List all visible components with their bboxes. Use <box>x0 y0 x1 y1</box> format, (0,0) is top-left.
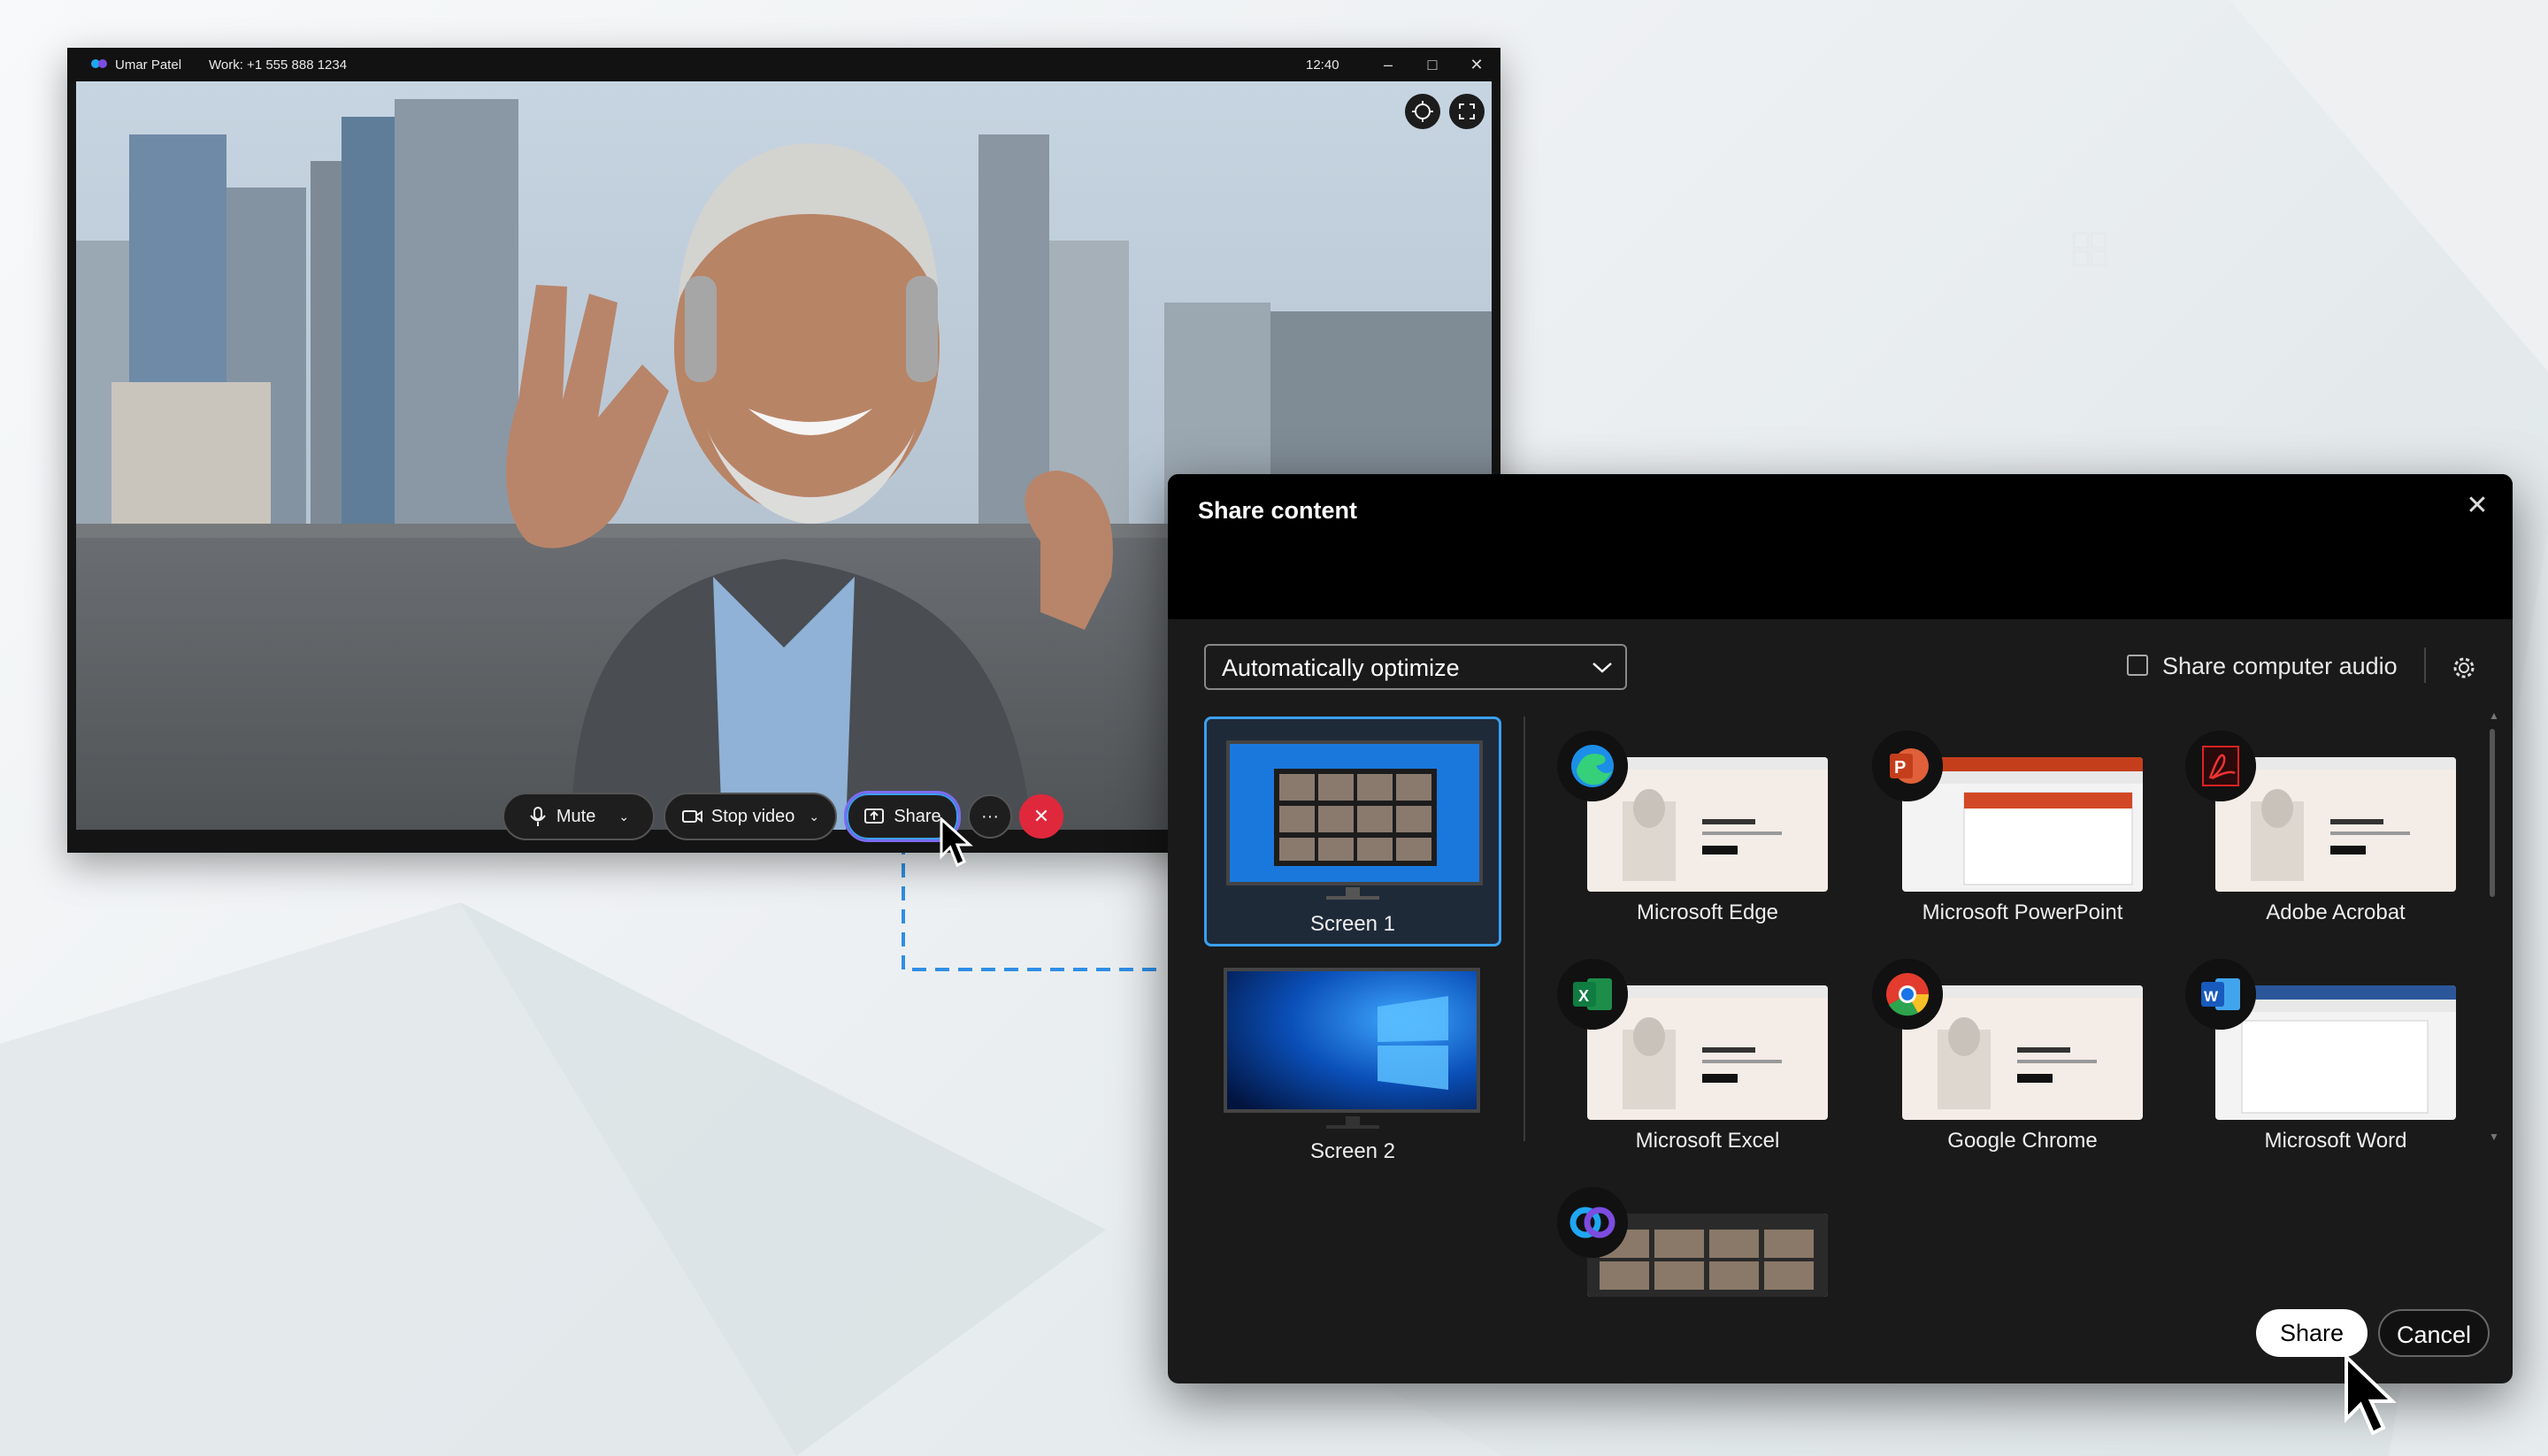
edge-icon <box>1557 731 1628 801</box>
app-label: Microsoft Excel <box>1635 1129 1780 1153</box>
mouse-pointer-icon <box>940 817 973 868</box>
close-icon: ✕ <box>1032 805 1050 827</box>
mouse-pointer-icon <box>2345 1353 2397 1436</box>
mute-label: Mute <box>556 806 596 826</box>
gear-icon[interactable] <box>2451 655 2477 681</box>
share-audio-label[interactable]: Share computer audio <box>2162 653 2398 680</box>
svg-text:X: X <box>1578 987 1589 1005</box>
word-icon: W <box>2185 959 2256 1030</box>
svg-text:W: W <box>2204 988 2219 1005</box>
stop-video-button[interactable]: Stop video ⌄ <box>664 793 837 840</box>
app-tile[interactable]: Adobe Acrobat <box>2185 731 2456 934</box>
screen-1-option[interactable]: Screen 1 <box>1204 717 1501 946</box>
microphone-icon <box>530 807 546 826</box>
more-icon: ··· <box>981 806 999 826</box>
maximize-button[interactable]: □ <box>1421 53 1444 76</box>
chevron-down-icon[interactable]: ⌄ <box>809 809 819 824</box>
fullscreen-button[interactable] <box>1449 94 1485 129</box>
app-tile[interactable]: P Microsoft PowerPoint <box>1872 731 2143 934</box>
chevron-down-icon <box>1592 663 1612 673</box>
cancel-button[interactable]: Cancel <box>2378 1309 2490 1357</box>
acrobat-icon <box>2185 731 2256 801</box>
end-call-button[interactable]: ✕ <box>1019 794 1063 839</box>
title-bar: Umar Patel Work: +1 555 888 1234 12:40 –… <box>67 48 1500 81</box>
work-number: Work: +1 555 888 1234 <box>209 57 348 73</box>
mute-button[interactable]: Mute ⌄ <box>503 793 655 840</box>
share-confirm-button[interactable]: Share <box>2256 1309 2368 1357</box>
close-dialog-button[interactable]: ✕ <box>2461 490 2493 522</box>
chrome-icon <box>1872 959 1943 1030</box>
share-content-dialog: Share content ✕ Automatically optimize S… <box>1168 474 2513 1383</box>
share-screen-icon <box>864 808 885 824</box>
optimize-value: Automatically optimize <box>1222 655 1460 681</box>
share-label: Share <box>894 806 941 826</box>
app-tile[interactable]: X Microsoft Excel <box>1557 959 1828 1162</box>
screen-1-preview <box>1230 744 1479 882</box>
app-label: Microsoft PowerPoint <box>1922 900 2123 924</box>
app-label: Microsoft Edge <box>1636 900 1779 924</box>
app-tile[interactable] <box>1557 1187 1828 1383</box>
screen-1-label: Screen 1 <box>1309 912 1396 936</box>
app-label: Microsoft Word <box>2264 1129 2407 1153</box>
share-connector-line <box>902 840 1159 971</box>
panel-divider <box>1523 717 1525 1141</box>
app-tile[interactable]: Microsoft Edge <box>1557 731 1828 934</box>
app-label: Google Chrome <box>1947 1129 2098 1153</box>
app-tile[interactable]: Google Chrome <box>1872 959 2143 1162</box>
share-audio-checkbox[interactable] <box>2127 655 2148 676</box>
dialog-title: Share content <box>1198 497 1358 524</box>
optimize-dropdown[interactable]: Automatically optimize <box>1204 644 1627 690</box>
divider <box>2424 648 2426 683</box>
grid-layout-icon <box>2072 232 2107 267</box>
screen-2-label: Screen 2 <box>1309 1139 1396 1163</box>
svg-text:P: P <box>1894 758 1906 778</box>
screen-2-preview <box>1227 971 1477 1109</box>
clock: 12:40 <box>1306 57 1339 73</box>
minimize-button[interactable]: – <box>1377 53 1400 76</box>
webex-logo-icon <box>90 57 108 70</box>
excel-icon: X <box>1557 959 1628 1030</box>
camera-icon <box>681 810 702 823</box>
chevron-down-icon[interactable]: ⌄ <box>618 809 629 824</box>
screen-2-option[interactable]: Screen 2 <box>1204 946 1501 1176</box>
webex-icon <box>1557 1187 1628 1258</box>
scrollbar[interactable]: ▲ ▼ <box>2486 709 2499 1143</box>
app-tile[interactable]: W Microsoft Word <box>2185 959 2456 1162</box>
close-window-button[interactable]: ✕ <box>1465 53 1488 76</box>
app-label: Adobe Acrobat <box>2266 900 2406 924</box>
stop-video-label: Stop video <box>710 806 795 826</box>
scrollbar-thumb[interactable] <box>2490 729 2495 897</box>
caller-name: Umar Patel <box>115 57 182 73</box>
powerpoint-icon: P <box>1872 731 1943 801</box>
dialog-header: Share content ✕ <box>1168 474 2513 619</box>
move-video-button[interactable] <box>1405 94 1440 129</box>
